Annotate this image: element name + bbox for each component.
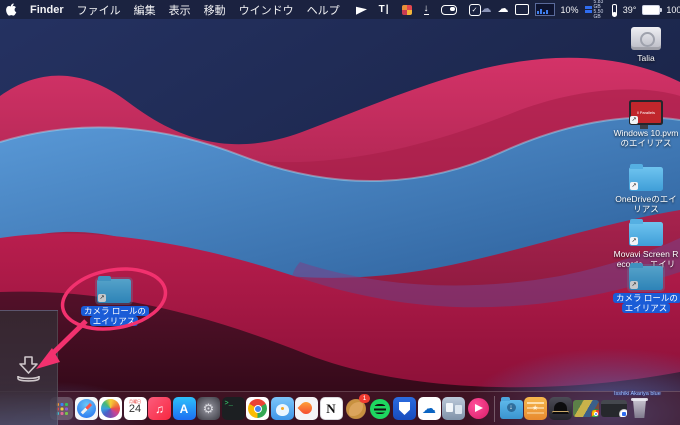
big-sur-wallpaper (0, 0, 680, 425)
folder-icon (629, 222, 663, 246)
menu-bar-status-right: ☁ ☁ 10% 5.83 GB 5.50 GB 39° 100% A (481, 0, 680, 20)
cpu-percent: 10% (561, 5, 579, 15)
battery-percent: 100% (666, 5, 680, 15)
icon-label: カメラ ロールのエイリアス (613, 293, 679, 313)
checkbox-icon[interactable] (469, 4, 481, 16)
dock-separator (494, 396, 495, 422)
drop-panel[interactable] (0, 310, 58, 425)
menu-bar: Finder ファイル 編集 表示 移動 ウインドウ ヘルプ T| ↓ ☁ ☁ … (0, 0, 680, 19)
paper-plane-icon[interactable] (356, 6, 367, 14)
alias-arrow-badge (630, 237, 638, 245)
menu-app-name[interactable]: Finder (30, 4, 64, 16)
dock-item-twitter-bird-app[interactable] (271, 397, 294, 420)
menu-help[interactable]: ヘルプ (307, 2, 340, 18)
color-grid-icon[interactable] (402, 5, 412, 15)
dock-item-alfred[interactable] (549, 397, 572, 420)
desktop-icon-onedrive-alias[interactable]: OneDriveのエイリアス (612, 162, 680, 214)
alias-arrow-badge (630, 182, 638, 190)
dock-item-bitwarden[interactable] (393, 397, 416, 420)
cloud-dark-icon[interactable]: ☁ (481, 4, 492, 15)
dock-item-pink-arrow-app[interactable] (467, 397, 490, 420)
apple-menu[interactable] (6, 3, 17, 16)
icon-label: Windows 10.pvmのエイリアス (613, 128, 679, 148)
dock-item-minimized-window-chrome[interactable] (573, 400, 599, 417)
dock-item-orange-stack[interactable] (524, 397, 547, 420)
icon-label: Talia (637, 53, 654, 63)
dock-item-minimized-window-dark[interactable] (601, 400, 627, 417)
dock-item-calendar[interactable]: 月曜日 24 (124, 397, 147, 420)
dock-item-photos[interactable] (99, 397, 122, 420)
app-badge-icon (619, 409, 627, 417)
dock-item-window-manager[interactable] (442, 397, 465, 420)
icon-label: OneDriveのエイリアス (613, 194, 679, 214)
save-to-tray-icon (13, 353, 44, 384)
notification-badge: 1 (359, 394, 370, 403)
dock-item-trash[interactable] (628, 397, 651, 420)
desktop-icon-camera-roll-circled[interactable]: カメラ ロールのエイリアス (80, 274, 148, 326)
desktop-icon-talia[interactable]: Talia (612, 24, 680, 63)
text-tool-icon[interactable]: T| (379, 4, 390, 15)
dock-item-music[interactable] (148, 397, 171, 420)
alias-arrow-badge (630, 116, 638, 124)
desktop-icon-camera-roll-alias[interactable]: カメラ ロールのエイリアス (612, 261, 680, 313)
icon-label: カメラ ロールのエイリアス (81, 306, 147, 326)
battery-icon[interactable] (642, 5, 660, 15)
download-icon[interactable]: ↓ (424, 4, 429, 15)
menu-window[interactable]: ウインドウ (239, 2, 294, 18)
alias-arrow-badge (98, 294, 106, 302)
dock-item-terminal[interactable] (222, 397, 245, 420)
menu-bar-status-left: T| ↓ (356, 4, 481, 16)
dock-item-spotify[interactable] (369, 397, 392, 420)
parallels-vm-icon: ‖ Parallels (629, 100, 663, 125)
cpu-graph-icon[interactable] (535, 3, 555, 16)
dock-item-downloads-folder[interactable] (500, 400, 523, 419)
dock: 月曜日 24 1 (0, 391, 680, 425)
stray-file-label: Isshiki Akariya blue (614, 391, 661, 397)
toggle-icon[interactable] (441, 5, 457, 15)
folder-icon (629, 167, 663, 191)
thermometer-icon[interactable] (612, 4, 617, 16)
hard-drive-icon (631, 27, 661, 50)
chrome-badge-icon (591, 409, 599, 417)
desktop-icon-windows10-alias[interactable]: ‖ Parallels Windows 10.pvmのエイリアス (612, 96, 680, 148)
memory-bars-icon[interactable]: 5.83 GB 5.50 GB (585, 0, 606, 20)
menu-go[interactable]: 移動 (204, 2, 226, 18)
dock-item-rocket-app[interactable] (295, 397, 318, 420)
folder-icon (629, 266, 663, 290)
memory-total: 5.50 GB (594, 10, 606, 20)
alias-arrow-badge (630, 281, 638, 289)
temperature-value: 39° (623, 5, 637, 15)
dock-item-app-store[interactable] (173, 397, 196, 420)
dock-item-chrome[interactable] (246, 397, 269, 420)
dock-item-notion[interactable] (320, 397, 343, 420)
menu-file[interactable]: ファイル (77, 2, 121, 18)
menu-edit[interactable]: 編集 (134, 2, 156, 18)
dock-item-biscuit-app[interactable]: 1 (344, 397, 367, 420)
dock-item-onedrive[interactable] (418, 397, 441, 420)
cloud-icon[interactable]: ☁ (498, 4, 509, 15)
menu-view[interactable]: 表示 (169, 2, 191, 18)
display-icon[interactable] (515, 4, 529, 15)
folder-icon (97, 279, 131, 303)
dock-item-system-preferences[interactable] (197, 397, 220, 420)
calendar-day: 24 (129, 404, 141, 415)
desktop: Finder ファイル 編集 表示 移動 ウインドウ ヘルプ T| ↓ ☁ ☁ … (0, 0, 680, 425)
dock-item-safari[interactable] (75, 397, 98, 420)
